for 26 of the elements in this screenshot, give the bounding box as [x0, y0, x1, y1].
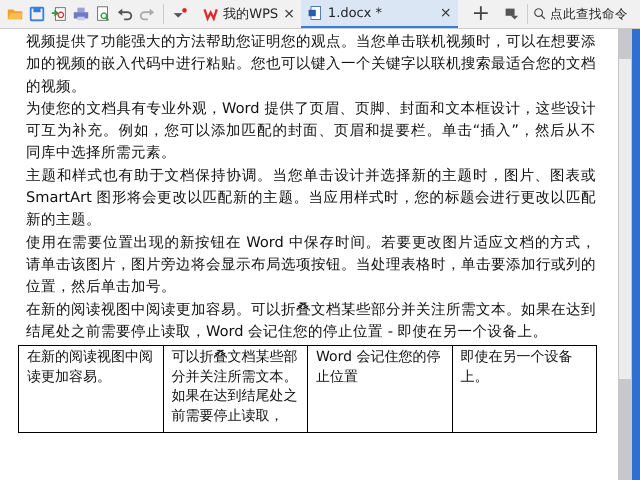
close-button[interactable]: ×: [440, 5, 452, 21]
paragraph: 在新的阅读视图中阅读更加容易。可以折叠文档某些部分并关注所需文本。如果在达到结尾处之前需要停止读取，Word 会记住您的停止位置 - 即使在另一个设备上。: [25, 300, 596, 342]
document-tab[interactable]: 我的WPS ×: [196, 0, 301, 28]
paragraph: 为使您的文档具有专业外观，Word 提供了页眉、页脚、封面和文本框设计，这些设计可互为补充。例如，您可以添加匹配的封面、页眉和提要栏。单击“插入”，然后从不同库中选择所需元素。: [25, 98, 596, 164]
print-icon[interactable]: [72, 5, 90, 23]
w-logo-icon: [202, 6, 218, 22]
table-cell: 即使在另一个设备上。: [452, 346, 596, 433]
search-field[interactable]: 点此查找命令: [533, 7, 640, 21]
document-tab[interactable]: 1.docx * ×: [300, 0, 458, 28]
paragraph: 使用在需要位置出现的新按钮在 Word 中保存时间。若要更改图片适应文档的方式，请单击该图片，图片旁边将会显示布局选项按钮。当处理表格时，单击要添加行或列的位置，然后单击加号。: [25, 232, 596, 298]
paragraph: 视频提供了功能强大的方法帮助您证明您的观点。当您单击联机视频时，可以在想要添加的视频的嵌入代码中进行粘贴。您也可以键入一个关键字以联机搜索最适合您的文档的视频。: [25, 32, 596, 97]
pdf-export-icon[interactable]: [50, 5, 68, 23]
side-panel-toggle[interactable]: [632, 29, 640, 480]
search-icon: [533, 7, 548, 21]
scrollbar[interactable]: [618, 29, 632, 480]
document-icon: [306, 5, 323, 21]
new-tab-button[interactable]: +: [472, 3, 490, 25]
print-preview-icon[interactable]: [94, 5, 112, 23]
close-button[interactable]: ×: [283, 6, 295, 22]
table-cell: 在新的阅读视图中阅读更加容易。: [18, 346, 163, 433]
paragraph: 主题和样式也有助于文档保持协调。当您单击设计并选择新的主题时，图片、图表或 SmartArt 图形将会更改以匹配新的主题。当应用样式时，您的标题会进行更改以匹配新的主题。: [25, 166, 596, 230]
tab-label: 1.docx *: [328, 6, 384, 20]
save-icon[interactable]: [28, 5, 46, 23]
table-cell: 可以折叠文档某些部分并关注所需文本。如果在达到结尾处之前需要停止读取，: [163, 346, 308, 433]
tab-label: 我的WPS: [223, 6, 278, 23]
table-cell: Word 会记住您的停止位置: [308, 346, 452, 433]
